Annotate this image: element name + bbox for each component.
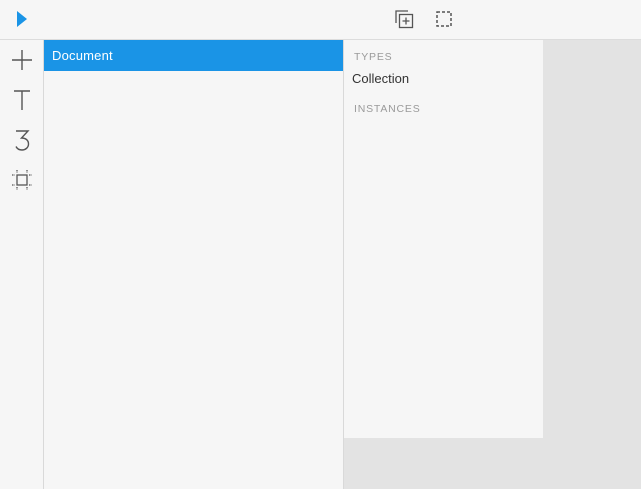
- document-tree: Document: [44, 40, 344, 489]
- type-item-collection[interactable]: Collection: [352, 71, 409, 86]
- number-tool-button[interactable]: [9, 127, 35, 153]
- text-tool-button[interactable]: [9, 87, 35, 113]
- frame-tool-button[interactable]: [9, 167, 35, 193]
- duplicate-button[interactable]: [392, 7, 416, 31]
- dashed-selection-icon: [436, 11, 452, 27]
- plus-icon: [12, 50, 32, 70]
- duplicate-icon: [395, 10, 414, 29]
- types-panel: TYPES Collection INSTANCES: [344, 40, 543, 438]
- play-icon: [17, 11, 27, 27]
- text-icon: [14, 90, 30, 110]
- tree-item-document[interactable]: Document: [44, 40, 343, 71]
- instances-heading: INSTANCES: [354, 103, 421, 115]
- selection-button[interactable]: [432, 7, 456, 31]
- add-tool-button[interactable]: [9, 47, 35, 73]
- app-window: Document TYPES Collection INSTANCES: [0, 0, 641, 489]
- number-icon: [15, 130, 30, 151]
- types-heading: TYPES: [354, 51, 393, 63]
- play-button[interactable]: [10, 7, 34, 31]
- frame-icon: [12, 170, 32, 190]
- tool-rail: [0, 40, 44, 489]
- top-toolbar: [0, 0, 641, 40]
